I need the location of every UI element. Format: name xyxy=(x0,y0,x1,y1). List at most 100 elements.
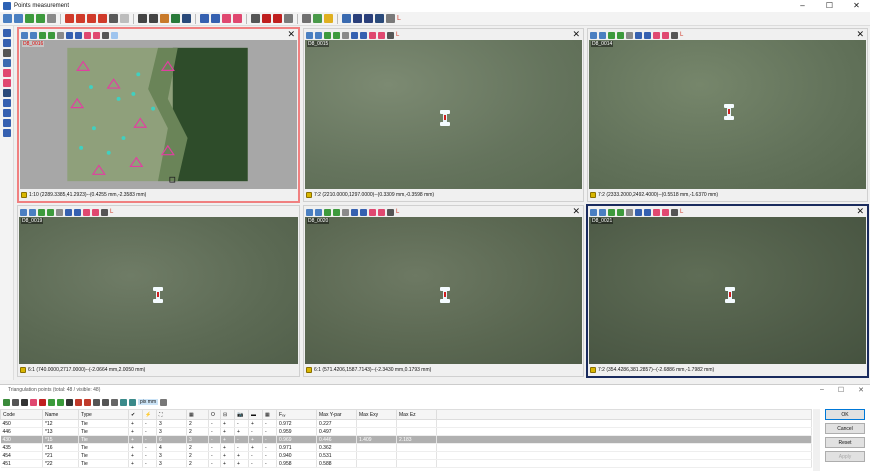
report-icon[interactable] xyxy=(102,398,109,406)
zoom-fit-icon[interactable] xyxy=(38,208,45,216)
layout-grid-icon[interactable] xyxy=(149,14,158,23)
zoom-all-icon[interactable] xyxy=(47,208,54,216)
col-fxy[interactable]: Fₓᵧ xyxy=(276,409,317,420)
image-panel-6[interactable]: L ✕ D8_0021 7:2 (354.4286,381.2857)--(-2… xyxy=(586,204,869,378)
arrow-right-icon[interactable] xyxy=(76,14,85,23)
zoom-in-icon[interactable] xyxy=(306,208,313,216)
auto-icon[interactable] xyxy=(66,398,73,406)
zoom-in-icon[interactable] xyxy=(21,31,28,39)
panel-close-button[interactable]: ✕ xyxy=(572,29,580,40)
point-remove-icon[interactable] xyxy=(93,31,100,39)
delete-icon[interactable] xyxy=(262,14,271,23)
table-icon[interactable] xyxy=(313,14,322,23)
dock-close-button[interactable]: ✕ xyxy=(858,386,864,394)
grid-icon[interactable] xyxy=(342,31,349,39)
zoom-fit-icon[interactable] xyxy=(324,31,331,39)
zoom-out-icon[interactable] xyxy=(30,31,37,39)
col-count[interactable]: ▦ xyxy=(186,409,209,420)
view-multi-icon[interactable] xyxy=(364,14,373,23)
point-pick-icon[interactable] xyxy=(65,208,72,216)
panel-image[interactable]: D8_0019 xyxy=(19,217,298,364)
save-icon[interactable] xyxy=(251,14,260,23)
last-point-icon[interactable]: L xyxy=(680,32,687,39)
apply-button[interactable]: Apply xyxy=(825,451,865,462)
redo-icon[interactable] xyxy=(120,14,129,23)
minimize-button[interactable]: – xyxy=(789,0,816,12)
settings-icon[interactable] xyxy=(160,398,168,406)
ground-control-marker[interactable] xyxy=(152,287,164,303)
table-row[interactable]: 446 *13 Tie + -3 2- + + - -0.959 0.497 xyxy=(0,427,812,436)
table-row[interactable]: 450 *12 Tie + -3 2- + - + -0.972 0.227 xyxy=(0,419,812,428)
export-icon[interactable] xyxy=(75,398,82,406)
col-o[interactable]: O xyxy=(208,409,221,420)
layers-icon[interactable] xyxy=(2,119,11,127)
ground-control-marker[interactable] xyxy=(439,287,451,303)
zoom-fit-icon[interactable] xyxy=(608,208,615,216)
panel-close-button[interactable]: ✕ xyxy=(572,206,580,217)
point-marker-icon[interactable] xyxy=(74,208,81,216)
last-point-icon[interactable]: L xyxy=(396,209,403,216)
grid-icon[interactable] xyxy=(342,208,349,216)
point-add-icon[interactable] xyxy=(653,31,660,39)
point-remove-icon[interactable] xyxy=(662,208,669,216)
point-add-icon[interactable] xyxy=(222,14,231,23)
col-name[interactable]: Name xyxy=(42,409,79,420)
panel-image[interactable]: D8_0021 xyxy=(589,217,866,364)
zoom-all-icon[interactable] xyxy=(333,31,340,39)
map-icon[interactable] xyxy=(160,14,169,23)
link-icon[interactable] xyxy=(2,99,11,107)
zoom-out-icon[interactable] xyxy=(599,208,606,216)
zoom-all-icon[interactable] xyxy=(36,14,45,23)
point-remove-icon[interactable] xyxy=(378,208,385,216)
reset-button[interactable]: Reset xyxy=(825,437,865,448)
tie-point-icon[interactable] xyxy=(2,59,11,67)
save-icon[interactable] xyxy=(387,208,394,216)
point-pick-icon[interactable] xyxy=(351,31,358,39)
point-add-icon[interactable] xyxy=(2,69,11,77)
last-point-icon[interactable]: L xyxy=(680,209,687,216)
point-add-icon[interactable] xyxy=(83,208,90,216)
camera-icon[interactable] xyxy=(182,14,191,23)
point-add-icon[interactable] xyxy=(653,208,660,216)
image-panel-5[interactable]: L ✕ D8_0020 6:1 (571.4206,1587.7143)--(-… xyxy=(303,205,584,377)
last-point-icon[interactable]: L xyxy=(397,14,406,23)
save-icon[interactable] xyxy=(102,31,109,39)
table-row[interactable]: 451 *22 Tie + -3 2- + + - -0.958 0.588 xyxy=(0,459,812,468)
point-add-icon[interactable] xyxy=(369,208,376,216)
image-panel-2[interactable]: L ✕ D8_0015 7:2 (2210.0000,1297.0000)--(… xyxy=(303,28,584,202)
panel-close-button[interactable]: ✕ xyxy=(287,29,295,40)
col-g[interactable]: ⊟ xyxy=(220,409,235,420)
table-row[interactable]: 454 *21 Tie + -3 2- + + - -0.940 0.531 xyxy=(0,451,812,460)
zoom-out-icon[interactable] xyxy=(14,14,23,23)
col-strip[interactable]: ▬ xyxy=(248,409,263,420)
move-icon[interactable] xyxy=(2,39,11,47)
image-panel-1[interactable]: ✕ D8_0016 1:10 (2289.3385,41.2923)--(0.4… xyxy=(17,27,300,203)
grid-icon[interactable] xyxy=(56,208,63,216)
zoom-fit-icon[interactable] xyxy=(39,31,46,39)
grid-icon[interactable] xyxy=(626,31,633,39)
zoom-all-icon[interactable] xyxy=(333,208,340,216)
filter-icon[interactable] xyxy=(273,14,282,23)
delete-icon[interactable] xyxy=(39,398,46,406)
col-check[interactable]: ✔ xyxy=(128,409,143,420)
check-icon[interactable] xyxy=(48,398,55,406)
ground-control-marker[interactable] xyxy=(439,110,451,126)
zoom-fit-icon[interactable] xyxy=(608,31,615,39)
layout-icon[interactable] xyxy=(138,14,147,23)
import-icon[interactable] xyxy=(84,398,91,406)
marker-icon[interactable] xyxy=(2,89,11,97)
grid-icon[interactable] xyxy=(47,14,56,23)
table-row[interactable]: 435 *16 Tie + -4 2- + - + -0.971 0.362 xyxy=(0,443,812,452)
tools-icon[interactable] xyxy=(386,14,395,23)
zoom-out-icon[interactable] xyxy=(315,31,322,39)
refresh-icon[interactable] xyxy=(3,398,10,406)
col-max-ypar[interactable]: Max Y-par xyxy=(316,409,357,420)
point-add-icon[interactable] xyxy=(369,31,376,39)
image-icon[interactable] xyxy=(171,14,180,23)
dock-maximize-button[interactable]: ☐ xyxy=(838,386,844,394)
units-toggle[interactable]: pix mm xyxy=(138,399,159,405)
point-marker-icon[interactable] xyxy=(75,31,82,39)
point-add-icon[interactable] xyxy=(30,398,37,406)
image-panel-3[interactable]: L ✕ D8_0014 7:2 (2333.2000,2492.4000)--(… xyxy=(587,28,868,202)
link-all-icon[interactable] xyxy=(129,398,136,406)
